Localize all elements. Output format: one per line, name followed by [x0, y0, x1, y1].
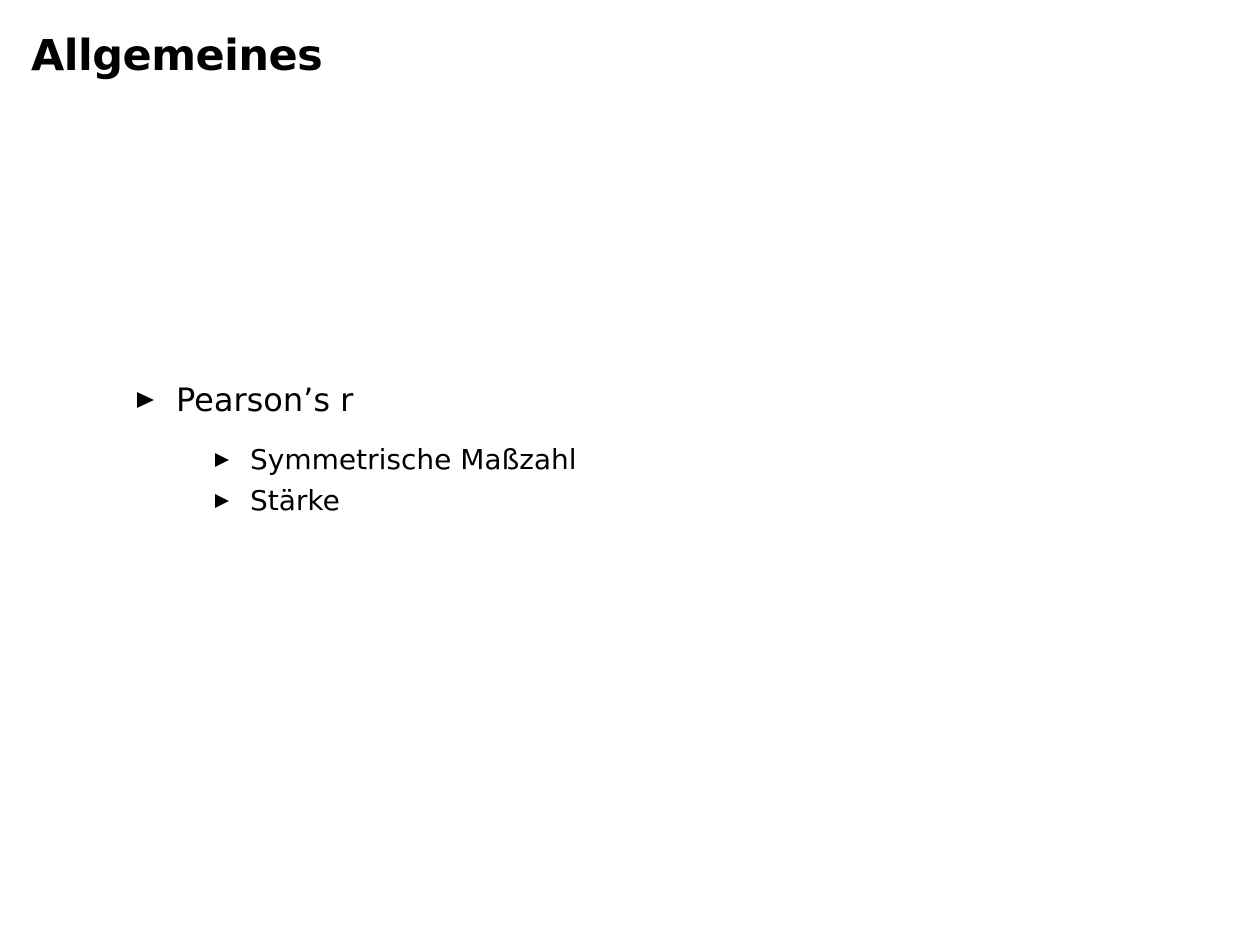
triangle-right-icon — [137, 392, 154, 408]
sublist-item-label: Symmetrische Maßzahl — [250, 443, 577, 476]
sublist-item-staerke: Stärke — [215, 481, 340, 521]
list-item-pearsons-r: Pearson’s r — [137, 378, 353, 422]
triangle-right-icon — [215, 453, 229, 467]
slide: Allgemeines Pearson’s r Symmetrische Maß… — [0, 0, 1260, 945]
sublist-item-symmetrische-masszahl: Symmetrische Maßzahl — [215, 440, 577, 480]
triangle-right-icon — [215, 494, 229, 508]
list-item-label: Pearson’s r — [176, 381, 354, 419]
frame-title: Allgemeines — [31, 31, 323, 81]
sublist-item-label: Stärke — [250, 484, 340, 517]
